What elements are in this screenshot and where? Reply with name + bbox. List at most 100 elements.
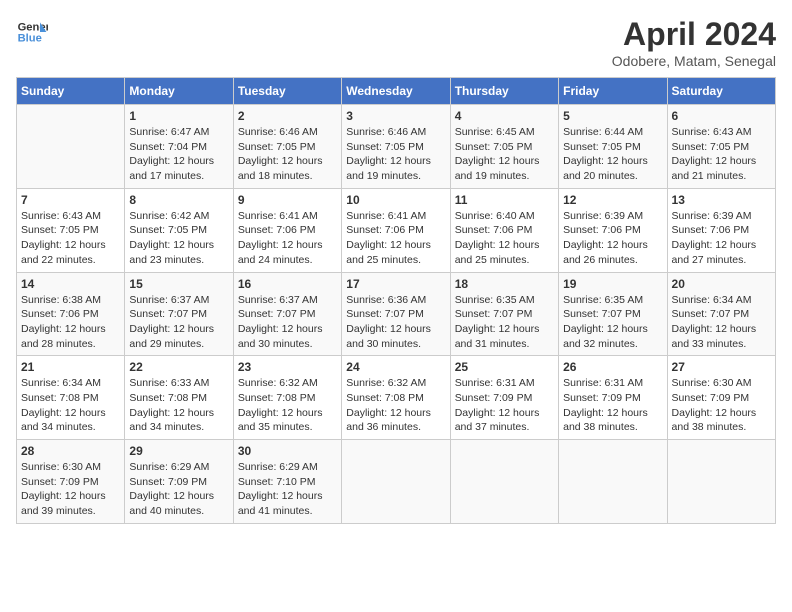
day-info: Sunrise: 6:47 AMSunset: 7:04 PMDaylight:… (129, 125, 228, 184)
calendar-cell: 24 Sunrise: 6:32 AMSunset: 7:08 PMDayligh… (342, 356, 450, 440)
day-number: 12 (563, 193, 662, 207)
day-number: 24 (346, 360, 445, 374)
calendar-cell: 30Sunrise: 6:29 AMSunset: 7:10 PMDayligh… (233, 440, 341, 524)
calendar-cell: 28 Sunrise: 6:30 AMSunset: 7:09 PMDayligh… (17, 440, 125, 524)
day-number: 21 (21, 360, 120, 374)
day-number: 29 (129, 444, 228, 458)
calendar-cell: 20 Sunrise: 6:34 AMSunset: 7:07 PMDayligh… (667, 272, 775, 356)
day-info: Sunrise: 6:42 AMSunset: 7:05 PMDaylight:… (129, 209, 228, 268)
day-number: 22 (129, 360, 228, 374)
day-number: 3 (346, 109, 445, 123)
page-header: General Blue April 2024 Odobere, Matam, … (16, 16, 776, 69)
location: Odobere, Matam, Senegal (612, 53, 776, 69)
month-title: April 2024 (612, 16, 776, 53)
calendar-cell (559, 440, 667, 524)
calendar-cell: 25 Sunrise: 6:31 AMSunset: 7:09 PMDayligh… (450, 356, 558, 440)
day-number: 10 (346, 193, 445, 207)
day-number: 20 (672, 277, 771, 291)
calendar-cell: 19 Sunrise: 6:35 AMSunset: 7:07 PMDayligh… (559, 272, 667, 356)
calendar-cell: 11 Sunrise: 6:40 AMSunset: 7:06 PMDayligh… (450, 188, 558, 272)
calendar-cell: 15 Sunrise: 6:37 AMSunset: 7:07 PMDayligh… (125, 272, 233, 356)
calendar-cell: 21 Sunrise: 6:34 AMSunset: 7:08 PMDayligh… (17, 356, 125, 440)
day-number: 5 (563, 109, 662, 123)
day-number: 7 (21, 193, 120, 207)
day-info: Sunrise: 6:31 AMSunset: 7:09 PMDaylight:… (563, 376, 662, 435)
day-number: 6 (672, 109, 771, 123)
day-info: Sunrise: 6:33 AMSunset: 7:08 PMDaylight:… (129, 376, 228, 435)
calendar-cell: 26 Sunrise: 6:31 AMSunset: 7:09 PMDayligh… (559, 356, 667, 440)
calendar-cell (450, 440, 558, 524)
day-info: Sunrise: 6:34 AMSunset: 7:08 PMDaylight:… (21, 376, 120, 435)
day-number: 11 (455, 193, 554, 207)
day-info: Sunrise: 6:39 AMSunset: 7:06 PMDaylight:… (672, 209, 771, 268)
calendar-cell: 7Sunrise: 6:43 AMSunset: 7:05 PMDaylight… (17, 188, 125, 272)
day-number: 28 (21, 444, 120, 458)
calendar-cell: 4 Sunrise: 6:45 AMSunset: 7:05 PMDaylight… (450, 105, 558, 189)
calendar-cell: 29 Sunrise: 6:29 AMSunset: 7:09 PMDayligh… (125, 440, 233, 524)
day-number: 1 (129, 109, 228, 123)
calendar-cell: 9Sunrise: 6:41 AMSunset: 7:06 PMDaylight… (233, 188, 341, 272)
calendar-cell: 1 Sunrise: 6:47 AMSunset: 7:04 PMDaylight… (125, 105, 233, 189)
calendar-week-2: 7Sunrise: 6:43 AMSunset: 7:05 PMDaylight… (17, 188, 776, 272)
day-number: 16 (238, 277, 337, 291)
day-info: Sunrise: 6:35 AMSunset: 7:07 PMDaylight:… (563, 293, 662, 352)
day-info: Sunrise: 6:40 AMSunset: 7:06 PMDaylight:… (455, 209, 554, 268)
day-info: Sunrise: 6:41 AMSunset: 7:06 PMDaylight:… (346, 209, 445, 268)
calendar-cell: 16 Sunrise: 6:37 AMSunset: 7:07 PMDayligh… (233, 272, 341, 356)
day-info: Sunrise: 6:30 AMSunset: 7:09 PMDaylight:… (672, 376, 771, 435)
day-info: Sunrise: 6:35 AMSunset: 7:07 PMDaylight:… (455, 293, 554, 352)
calendar-week-1: 1 Sunrise: 6:47 AMSunset: 7:04 PMDaylight… (17, 105, 776, 189)
calendar-cell (17, 105, 125, 189)
day-info: Sunrise: 6:44 AMSunset: 7:05 PMDaylight:… (563, 125, 662, 184)
day-number: 26 (563, 360, 662, 374)
calendar-cell: 3 Sunrise: 6:46 AMSunset: 7:05 PMDaylight… (342, 105, 450, 189)
weekday-header-row: SundayMondayTuesdayWednesdayThursdayFrid… (17, 78, 776, 105)
weekday-header-friday: Friday (559, 78, 667, 105)
day-number: 18 (455, 277, 554, 291)
calendar-cell: 2Sunrise: 6:46 AMSunset: 7:05 PMDaylight… (233, 105, 341, 189)
day-info: Sunrise: 6:39 AMSunset: 7:06 PMDaylight:… (563, 209, 662, 268)
day-number: 25 (455, 360, 554, 374)
day-number: 17 (346, 277, 445, 291)
title-block: April 2024 Odobere, Matam, Senegal (612, 16, 776, 69)
day-number: 8 (129, 193, 228, 207)
day-number: 14 (21, 277, 120, 291)
calendar-cell (342, 440, 450, 524)
day-info: Sunrise: 6:32 AMSunset: 7:08 PMDaylight:… (346, 376, 445, 435)
calendar-cell: 13 Sunrise: 6:39 AMSunset: 7:06 PMDayligh… (667, 188, 775, 272)
day-info: Sunrise: 6:38 AMSunset: 7:06 PMDaylight:… (21, 293, 120, 352)
calendar-week-3: 14 Sunrise: 6:38 AMSunset: 7:06 PMDayligh… (17, 272, 776, 356)
day-info: Sunrise: 6:37 AMSunset: 7:07 PMDaylight:… (238, 293, 337, 352)
day-info: Sunrise: 6:34 AMSunset: 7:07 PMDaylight:… (672, 293, 771, 352)
calendar-cell: 10 Sunrise: 6:41 AMSunset: 7:06 PMDayligh… (342, 188, 450, 272)
day-info: Sunrise: 6:29 AMSunset: 7:10 PMDaylight:… (238, 460, 337, 519)
calendar-cell: 6 Sunrise: 6:43 AMSunset: 7:05 PMDaylight… (667, 105, 775, 189)
calendar-header: SundayMondayTuesdayWednesdayThursdayFrid… (17, 78, 776, 105)
day-number: 13 (672, 193, 771, 207)
calendar-cell: 22 Sunrise: 6:33 AMSunset: 7:08 PMDayligh… (125, 356, 233, 440)
day-info: Sunrise: 6:29 AMSunset: 7:09 PMDaylight:… (129, 460, 228, 519)
calendar-cell: 12 Sunrise: 6:39 AMSunset: 7:06 PMDayligh… (559, 188, 667, 272)
logo-icon: General Blue (16, 16, 48, 48)
day-number: 19 (563, 277, 662, 291)
day-info: Sunrise: 6:45 AMSunset: 7:05 PMDaylight:… (455, 125, 554, 184)
calendar-cell: 14 Sunrise: 6:38 AMSunset: 7:06 PMDayligh… (17, 272, 125, 356)
day-number: 4 (455, 109, 554, 123)
day-info: Sunrise: 6:37 AMSunset: 7:07 PMDaylight:… (129, 293, 228, 352)
day-number: 9 (238, 193, 337, 207)
calendar-cell: 27 Sunrise: 6:30 AMSunset: 7:09 PMDayligh… (667, 356, 775, 440)
day-info: Sunrise: 6:30 AMSunset: 7:09 PMDaylight:… (21, 460, 120, 519)
calendar-body: 1 Sunrise: 6:47 AMSunset: 7:04 PMDaylight… (17, 105, 776, 524)
day-info: Sunrise: 6:43 AMSunset: 7:05 PMDaylight:… (672, 125, 771, 184)
weekday-header-sunday: Sunday (17, 78, 125, 105)
calendar-table: SundayMondayTuesdayWednesdayThursdayFrid… (16, 77, 776, 524)
day-info: Sunrise: 6:46 AMSunset: 7:05 PMDaylight:… (346, 125, 445, 184)
day-number: 27 (672, 360, 771, 374)
calendar-week-5: 28 Sunrise: 6:30 AMSunset: 7:09 PMDayligh… (17, 440, 776, 524)
day-number: 15 (129, 277, 228, 291)
calendar-week-4: 21 Sunrise: 6:34 AMSunset: 7:08 PMDayligh… (17, 356, 776, 440)
day-info: Sunrise: 6:31 AMSunset: 7:09 PMDaylight:… (455, 376, 554, 435)
day-info: Sunrise: 6:36 AMSunset: 7:07 PMDaylight:… (346, 293, 445, 352)
day-info: Sunrise: 6:32 AMSunset: 7:08 PMDaylight:… (238, 376, 337, 435)
calendar-cell: 17 Sunrise: 6:36 AMSunset: 7:07 PMDayligh… (342, 272, 450, 356)
